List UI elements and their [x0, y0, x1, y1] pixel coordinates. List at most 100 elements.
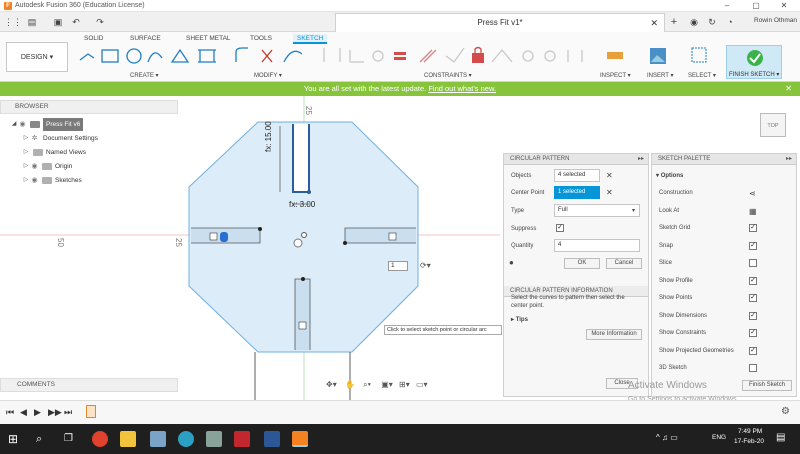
constraints-menu[interactable]: CONSTRAINTS ▾	[424, 72, 472, 79]
collapse-icon[interactable]: ◢	[10, 118, 18, 131]
chrome-icon[interactable]	[92, 431, 108, 447]
modify-tools[interactable]	[232, 44, 312, 68]
sketch-palette-header[interactable]: SKETCH PALETTE ▸▸	[652, 154, 796, 165]
browser-item-root[interactable]: ◢ ◉ Press Fit v6	[10, 118, 84, 131]
redo-icon[interactable]: ↷	[94, 16, 106, 28]
windows-start-icon[interactable]: ⊞	[8, 431, 24, 447]
expand-icon[interactable]: ▸▸	[638, 154, 644, 165]
save-icon[interactable]: ▣	[52, 16, 64, 28]
search-icon[interactable]: ⌕	[36, 431, 52, 447]
palette-option-checkbox[interactable]: ✓	[749, 224, 757, 232]
chevron-down-icon[interactable]: ▾	[632, 207, 635, 214]
clock-date[interactable]: 17-Feb-20	[734, 438, 764, 445]
job-status-icon[interactable]: ↻	[706, 16, 718, 28]
undo-icon[interactable]: ↶	[70, 16, 82, 28]
maximize-icon[interactable]: ▢	[746, 0, 766, 12]
tab-sketch[interactable]: SKETCH	[293, 34, 328, 44]
document-tab[interactable]: Press Fit v1* ✕	[335, 13, 665, 32]
app-icon[interactable]	[206, 431, 222, 447]
suppress-checkbox[interactable]: ✓	[556, 224, 564, 232]
more-information-button[interactable]: More Information	[586, 329, 642, 340]
close-window-icon[interactable]: ✕	[774, 0, 794, 12]
tips-toggle[interactable]: ▸ Tips	[511, 316, 528, 323]
sketch-feature-icon[interactable]	[86, 405, 96, 418]
minimize-icon[interactable]: –	[717, 0, 737, 12]
viewports-icon[interactable]: ▭▾	[416, 380, 428, 389]
palette-option-checkbox[interactable]	[749, 364, 757, 372]
palette-option-checkbox[interactable]: ✓	[749, 329, 757, 337]
workspace-dropdown[interactable]: DESIGN ▾	[6, 42, 68, 72]
clock-time[interactable]: 7:49 PM	[738, 428, 762, 435]
palette-option-checkbox[interactable]: ✓	[749, 294, 757, 302]
timeline-end-icon[interactable]: ⏭	[64, 407, 72, 418]
tab-surface[interactable]: SURFACE	[126, 34, 165, 44]
info-icon[interactable]: ●	[509, 258, 514, 267]
timeline-back-icon[interactable]: ◀	[20, 407, 27, 418]
constraint-tools[interactable]	[320, 44, 590, 68]
cancel-button[interactable]: Cancel	[606, 258, 642, 269]
quantity-input[interactable]: 4	[554, 239, 640, 252]
height-dimension[interactable]: fx: 15.00	[264, 121, 273, 152]
close-tab-icon[interactable]: ✕	[650, 14, 658, 32]
look-at-icon[interactable]: ▦	[749, 207, 757, 216]
palette-option-checkbox[interactable]: ✓	[749, 241, 757, 250]
options-section[interactable]: ▾ Options	[656, 172, 683, 179]
construction-icon[interactable]: ⋖	[749, 189, 756, 198]
expand-icon[interactable]: ▸▸	[786, 154, 792, 165]
user-name[interactable]: Rowin Othman	[754, 17, 797, 24]
file-menu-icon[interactable]: ▤	[26, 16, 38, 28]
language-indicator[interactable]: ENG	[712, 434, 726, 441]
type-select[interactable]: Full	[554, 204, 640, 217]
clear-center-icon[interactable]: ✕	[606, 188, 613, 197]
visibility-icon[interactable]: ◉	[18, 118, 27, 131]
select-window-icon[interactable]	[690, 46, 710, 66]
app-grid-icon[interactable]: ⋮⋮	[4, 16, 22, 28]
insert-menu[interactable]: INSERT ▾	[647, 72, 673, 79]
create-menu[interactable]: CREATE ▾	[130, 72, 159, 79]
zoom-icon[interactable]: ⌕▾	[363, 380, 371, 389]
finish-sketch-button[interactable]: FINISH SKETCH ▾	[726, 45, 782, 79]
acrobat-icon[interactable]	[234, 431, 250, 447]
navigation-bar[interactable]: ✥▾ ✋ ⌕▾ ▣▾ ⊞▾ ▭▾	[326, 380, 472, 394]
comments-panel[interactable]: COMMENTS	[0, 378, 178, 392]
palette-option-checkbox[interactable]: ✓	[749, 276, 757, 285]
tab-sheet-metal[interactable]: SHEET METAL	[182, 34, 235, 44]
measure-icon[interactable]	[605, 46, 625, 66]
center-point-selector[interactable]: 1 selected	[554, 186, 600, 199]
create-tools[interactable]	[76, 44, 224, 68]
browser-item-sketches[interactable]: ▷ ◉ Sketches	[22, 174, 82, 187]
timeline-settings-icon[interactable]: ⚙	[781, 406, 790, 417]
grid-icon[interactable]: ⊞▾	[399, 380, 410, 389]
timeline-play-icon[interactable]: ▶	[34, 407, 41, 418]
pattern-type-icon[interactable]: ⟳▾	[420, 261, 431, 270]
browser-header[interactable]: BROWSER	[0, 100, 178, 114]
banner-close-icon[interactable]: ✕	[785, 82, 792, 96]
timeline-forward-icon[interactable]: ▶▶	[48, 407, 62, 418]
whats-new-link[interactable]: Find out what's new.	[428, 84, 496, 93]
viewcube[interactable]: TOP	[760, 113, 786, 137]
finish-sketch-palette-button[interactable]: Finish Sketch	[742, 380, 792, 391]
pan-icon[interactable]: ✋	[345, 380, 355, 389]
word-icon[interactable]	[264, 431, 280, 447]
width-dimension[interactable]: fx: 3.00	[289, 200, 315, 209]
extensions-icon[interactable]: ◉	[688, 16, 700, 28]
browser-item-origin[interactable]: ▷ ◉ Origin	[22, 160, 72, 173]
ok-button[interactable]: OK	[564, 258, 600, 269]
timeline-start-icon[interactable]: ⏮	[6, 407, 14, 418]
app-icon[interactable]	[178, 431, 194, 447]
fusion-taskbar-icon[interactable]	[292, 431, 308, 447]
inspect-menu[interactable]: INSPECT ▾	[600, 72, 631, 79]
insert-image-icon[interactable]	[648, 46, 668, 66]
task-view-icon[interactable]: ❐	[64, 431, 80, 447]
new-tab-icon[interactable]: +	[668, 16, 680, 28]
visibility-icon[interactable]: ◉	[30, 160, 39, 173]
circular-pattern-header[interactable]: CIRCULAR PATTERN ▸▸	[504, 154, 648, 165]
notification-center-icon[interactable]: ▤	[776, 432, 785, 443]
browser-item-named-views[interactable]: ▷ Named Views	[22, 146, 86, 159]
orbit-icon[interactable]: ✥▾	[326, 380, 337, 389]
visibility-icon[interactable]: ◉	[30, 174, 39, 187]
file-explorer-icon[interactable]	[120, 431, 136, 447]
display-settings-icon[interactable]: ▣▾	[381, 380, 393, 389]
modify-menu[interactable]: MODIFY ▾	[254, 72, 282, 79]
system-tray-icons[interactable]: ^ ♫ ▭	[656, 433, 678, 442]
